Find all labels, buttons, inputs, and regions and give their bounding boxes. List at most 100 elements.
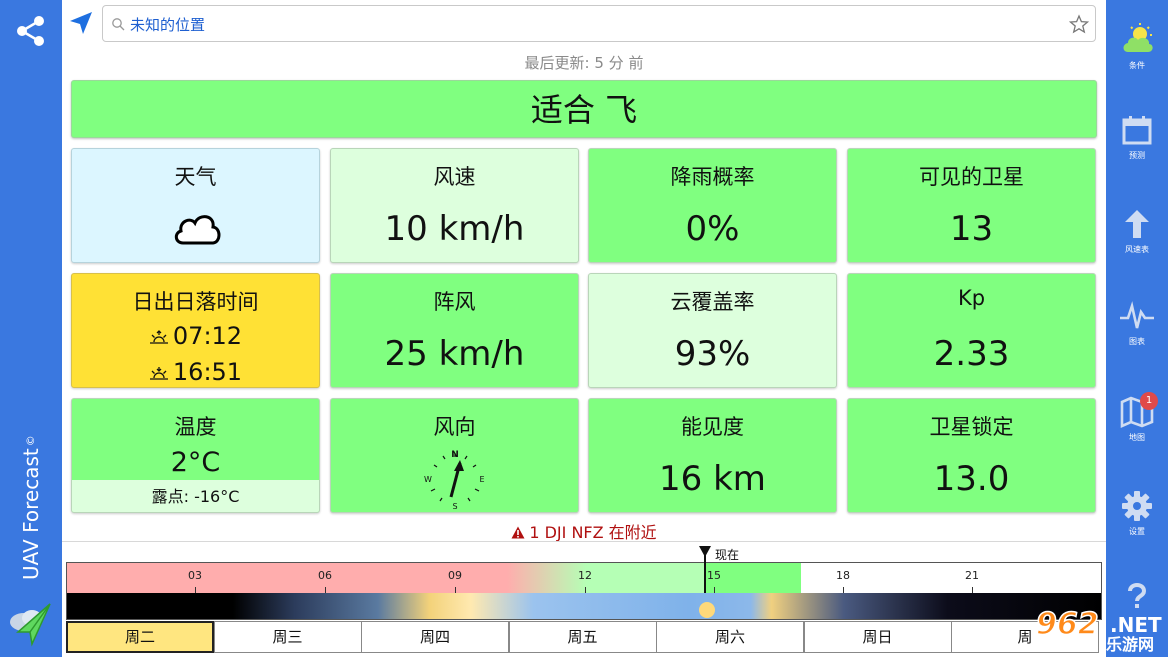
wind-direction-title: 风向 bbox=[433, 415, 476, 439]
sunset-row: 16:51 bbox=[72, 358, 319, 386]
nav-map-label: 地图 bbox=[1129, 433, 1145, 442]
search-box[interactable] bbox=[102, 5, 1096, 42]
satellites-value: 13 bbox=[949, 209, 994, 249]
nav-conditions[interactable]: 条件 bbox=[1106, 22, 1168, 92]
top-bar bbox=[62, 0, 1106, 48]
timeline-hour-label: 06 bbox=[318, 569, 332, 582]
brand-copyright: © bbox=[24, 435, 37, 447]
site-watermark-logo: 962 .NET 乐游网 bbox=[1035, 606, 1162, 654]
nav-charts[interactable]: 图表 bbox=[1106, 300, 1168, 370]
temperature-value: 2°C bbox=[170, 447, 221, 478]
day-tab[interactable]: 周五 bbox=[508, 621, 657, 653]
cloud-icon bbox=[174, 215, 221, 245]
hourly-timeline[interactable]: 03 06 09 12 15 18 21 bbox=[66, 562, 1102, 620]
arrow-up-icon bbox=[1125, 210, 1149, 238]
last-update-text: 最后更新: 5 分 前 bbox=[524, 54, 644, 72]
timeline-daylight-bar bbox=[67, 593, 1101, 619]
watermark-site: 乐游网 bbox=[1106, 635, 1154, 654]
watermark-number: 962 bbox=[1036, 607, 1099, 642]
share-icon[interactable] bbox=[14, 14, 48, 48]
timeline-transition-segment bbox=[507, 563, 587, 593]
rain-probability-card[interactable]: 降雨概率 0% bbox=[588, 148, 837, 263]
sunrise-sunset-card[interactable]: 日出日落时间 07:12 16:51 bbox=[71, 273, 320, 388]
warning-icon bbox=[511, 526, 525, 539]
timeline-tick bbox=[585, 587, 586, 593]
calendar-icon bbox=[1122, 116, 1152, 145]
gust-title: 阵风 bbox=[433, 290, 476, 314]
sunset-time: 16:51 bbox=[172, 358, 243, 386]
nav-charts-label: 图表 bbox=[1129, 337, 1145, 346]
satellite-lock-value: 13.0 bbox=[933, 459, 1010, 499]
day-tab[interactable]: 周六 bbox=[656, 621, 804, 653]
timeline-hour-label: 09 bbox=[448, 569, 462, 582]
timeline-tick bbox=[455, 587, 456, 593]
compass-s: S bbox=[452, 502, 457, 511]
nav-wind[interactable]: 风速表 bbox=[1106, 208, 1168, 278]
sunrise-time: 07:12 bbox=[172, 322, 243, 350]
right-nav-rail: 条件 预测 风速表 图表 1 地图 设置 bbox=[1106, 0, 1168, 657]
wind-speed-title: 风速 bbox=[433, 165, 476, 189]
timeline-hour-label: 12 bbox=[578, 569, 592, 582]
kp-value: 2.33 bbox=[933, 334, 1010, 374]
timeline-hour-label: 21 bbox=[965, 569, 979, 582]
cloud-cover-card[interactable]: 云覆盖率 93% bbox=[588, 273, 837, 388]
wind-compass-icon: N E S W bbox=[424, 450, 484, 511]
visibility-card[interactable]: 能见度 16 km bbox=[588, 398, 837, 513]
wind-speed-card[interactable]: 风速 10 km/h bbox=[330, 148, 579, 263]
now-label: 现在 bbox=[715, 548, 740, 562]
timeline-unsafe-segment bbox=[67, 563, 507, 593]
map-badge: 1 bbox=[1140, 392, 1158, 410]
sun-cloud-icon bbox=[1123, 23, 1153, 52]
nav-map[interactable]: 1 地图 bbox=[1106, 392, 1168, 466]
sun-title: 日出日落时间 bbox=[132, 290, 259, 314]
gust-card[interactable]: 阵风 25 km/h bbox=[330, 273, 579, 388]
visibility-value: 16 km bbox=[659, 459, 766, 499]
rain-title: 降雨概率 bbox=[670, 165, 755, 189]
compass-e: E bbox=[479, 475, 484, 484]
rain-value: 0% bbox=[685, 209, 740, 249]
timeline-hour-label: 03 bbox=[188, 569, 202, 582]
favorite-star-icon[interactable] bbox=[1069, 14, 1089, 34]
pulse-chart-icon bbox=[1120, 301, 1154, 329]
day-tab[interactable]: 周二 bbox=[66, 621, 214, 653]
locate-arrow-icon[interactable] bbox=[68, 10, 94, 36]
weather-card[interactable]: 天气 bbox=[71, 148, 320, 263]
nav-conditions-label: 条件 bbox=[1129, 61, 1145, 70]
kp-index-card[interactable]: Kp 2.33 bbox=[847, 273, 1096, 388]
timeline-tick bbox=[714, 587, 715, 593]
nfz-warning[interactable]: 1 DJI NFZ 在附近 bbox=[62, 519, 1106, 543]
weather-title: 天气 bbox=[174, 165, 217, 189]
left-rail: UAV Forecast© bbox=[0, 0, 62, 657]
divider bbox=[62, 541, 1106, 542]
cloud-cover-title: 云覆盖率 bbox=[670, 290, 755, 314]
gear-icon bbox=[1122, 491, 1152, 521]
visible-satellites-card[interactable]: 可见的卫星 13 bbox=[847, 148, 1096, 263]
temperature-card[interactable]: 温度 2°C 露点: -16°C bbox=[71, 398, 320, 513]
day-tab[interactable]: 周三 bbox=[213, 621, 362, 653]
nav-wind-label: 风速表 bbox=[1125, 245, 1149, 254]
cloud-cover-value: 93% bbox=[674, 334, 751, 374]
gust-value: 25 km/h bbox=[384, 334, 525, 374]
nav-settings[interactable]: 设置 bbox=[1106, 490, 1168, 560]
nav-forecast[interactable]: 预测 bbox=[1106, 114, 1168, 184]
wind-direction-card[interactable]: 风向 N E S W bbox=[330, 398, 579, 513]
timeline-hour-label: 18 bbox=[836, 569, 850, 582]
timeline-marginal-segment bbox=[587, 563, 705, 593]
timeline-tick bbox=[325, 587, 326, 593]
day-tabs: 周二 周三 周四 周五 周六 周日周 bbox=[66, 621, 1102, 653]
satellite-lock-card[interactable]: 卫星锁定 13.0 bbox=[847, 398, 1096, 513]
satellites-title: 可见的卫星 bbox=[919, 165, 1024, 189]
location-search-input[interactable] bbox=[130, 13, 1030, 35]
day-tab[interactable]: 周四 bbox=[361, 621, 509, 653]
watermark-tld: .NET bbox=[1110, 613, 1162, 637]
compass-w: W bbox=[424, 475, 432, 484]
app-window: UAV Forecast© 最后更新: 5 分 前 适合 飞 天气 bbox=[0, 0, 1168, 657]
nfz-text: 1 DJI NFZ 在附近 bbox=[529, 523, 657, 542]
day-tab[interactable]: 周日 bbox=[803, 621, 952, 653]
sun-position-icon bbox=[699, 602, 715, 618]
nav-settings-label: 设置 bbox=[1129, 527, 1145, 536]
wind-speed-value: 10 km/h bbox=[384, 209, 525, 249]
dew-point-text: 露点: -16°C bbox=[72, 480, 319, 512]
search-icon bbox=[112, 18, 125, 31]
timeline-tick bbox=[843, 587, 844, 593]
